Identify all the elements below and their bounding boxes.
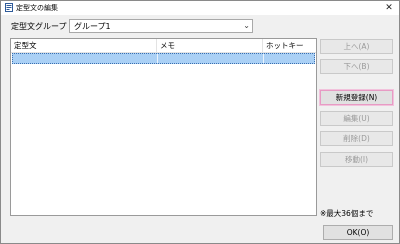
window-title: 定型文の編集 — [16, 4, 58, 12]
list-header: 定型文 メモ ホットキー — [11, 39, 316, 53]
close-button[interactable]: ✕ — [383, 2, 395, 14]
column-header-hotkey[interactable]: ホットキー — [263, 39, 316, 52]
list-row-selected[interactable] — [12, 53, 315, 64]
cell-memo — [158, 54, 264, 63]
group-select[interactable]: グループ1 ⌄ — [69, 19, 253, 33]
chevron-down-icon: ⌄ — [243, 21, 250, 30]
move-up-button[interactable]: 上へ(A) — [320, 39, 393, 54]
max-count-note: ※最大36個まで — [320, 209, 374, 218]
phrase-list[interactable]: 定型文 メモ ホットキー — [10, 38, 317, 216]
move-button[interactable]: 移動(I) — [320, 152, 393, 167]
title-bar: 定型文の編集 ✕ — [1, 1, 399, 15]
group-select-value: グループ1 — [74, 22, 111, 31]
column-header-phrase[interactable]: 定型文 — [11, 39, 157, 52]
move-down-button[interactable]: 下へ(B) — [320, 59, 393, 74]
edit-button[interactable]: 編集(U) — [320, 111, 393, 126]
delete-button[interactable]: 削除(D) — [320, 131, 393, 146]
new-register-button[interactable]: 新規登録(N) — [320, 90, 393, 105]
column-header-memo[interactable]: メモ — [157, 39, 263, 52]
ok-button[interactable]: OK(O) — [323, 225, 393, 240]
dialog-window: 定型文の編集 ✕ 定型文グループ グループ1 ⌄ 定型文 メモ ホットキー 上へ… — [0, 0, 400, 244]
cell-hotkey — [264, 54, 314, 63]
cell-phrase — [13, 54, 158, 63]
document-icon — [5, 3, 13, 12]
group-label: 定型文グループ — [11, 22, 67, 31]
